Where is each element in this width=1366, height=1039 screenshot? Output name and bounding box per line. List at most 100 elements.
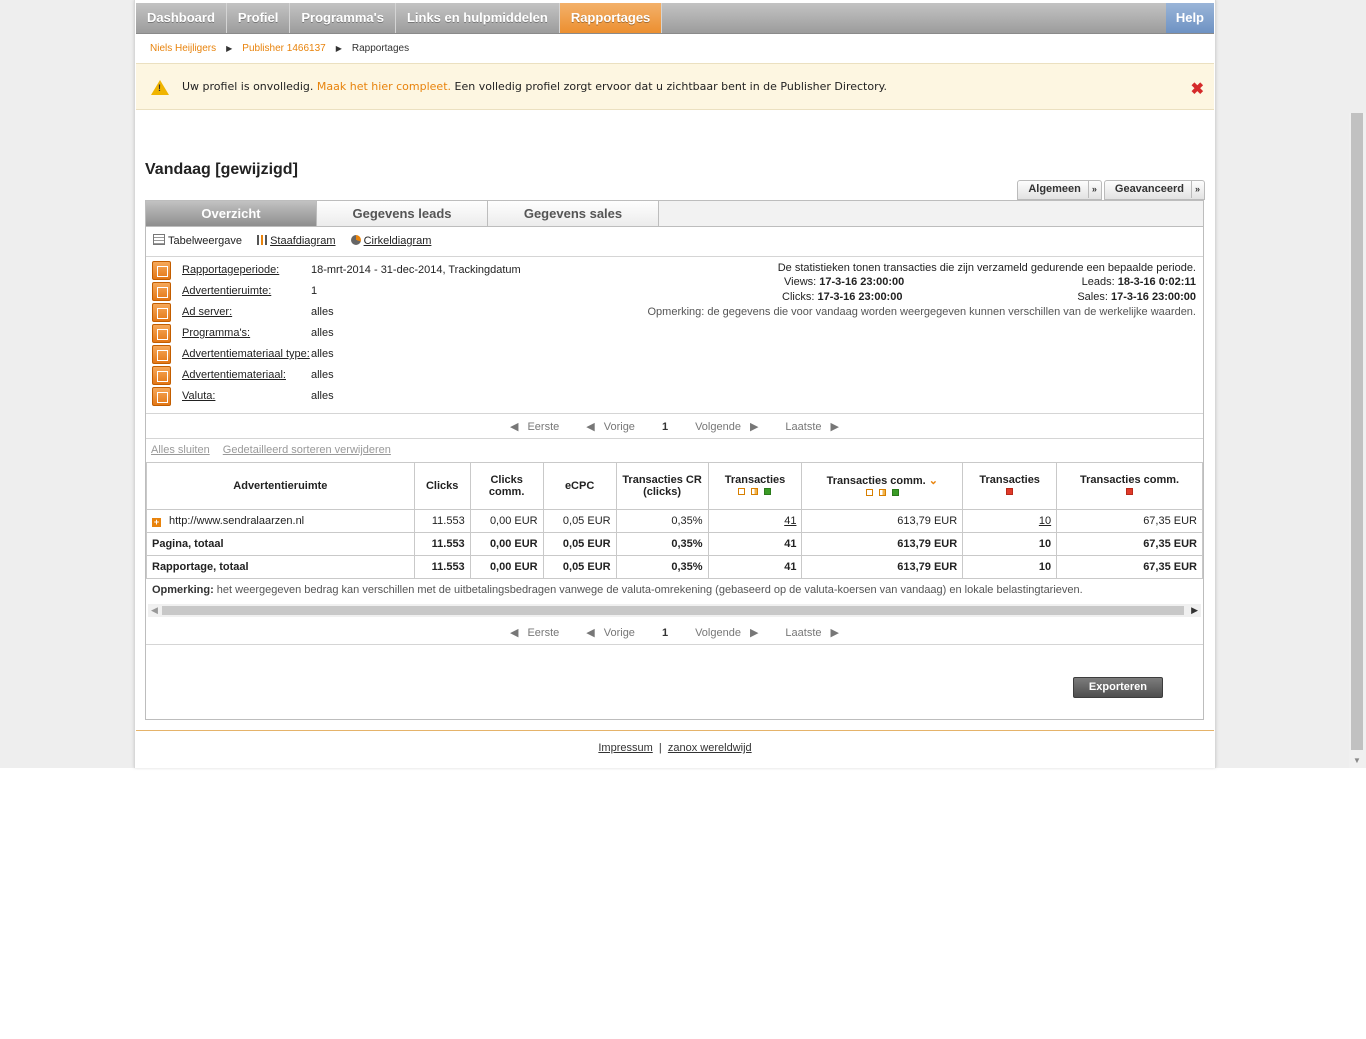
nav-dashboard[interactable]: Dashboard (136, 3, 227, 33)
vertical-scrollbar[interactable]: ▼ (1349, 113, 1366, 768)
breadcrumb-publisher[interactable]: Publisher 1466137 (242, 43, 325, 54)
statistics-info: De statistieken tonen transacties die zi… (636, 261, 1196, 321)
table-header-row: Advertentieruimte Clicks Clicks comm. eC… (146, 462, 1203, 510)
breadcrumb-user[interactable]: Niels Heijligers (150, 43, 216, 54)
table-actions: Alles sluiten Gedetailleerd sorteren ver… (151, 444, 401, 456)
pager-prev[interactable]: ◀ Vorige (586, 421, 644, 433)
remark-label: Opmerking: (152, 584, 214, 596)
param-adspace-link[interactable]: Advertentieruimte: (182, 285, 271, 297)
nav-help[interactable]: Help (1165, 3, 1214, 33)
param-admedia-type-link[interactable]: Advertentiemateriaal type: (182, 348, 310, 360)
col-adspace[interactable]: Advertentieruimte (146, 462, 415, 510)
param-programs-link[interactable]: Programma's: (182, 327, 250, 339)
pager-next[interactable]: Volgende ▶ (686, 627, 758, 639)
cell: 613,79 EUR (801, 555, 964, 579)
stats-intro: De statistieken tonen transacties die zi… (777, 262, 1196, 274)
cell: 11.553 (413, 532, 471, 556)
pager-page[interactable]: 1 (662, 627, 668, 639)
cell: 0,00 EUR (469, 532, 544, 556)
nav-links-hulpmiddelen[interactable]: Links en hulpmiddelen (396, 3, 560, 33)
footer-divider (136, 730, 1214, 731)
remove-sorting-link[interactable]: Gedetailleerd sorteren verwijderen (223, 444, 391, 456)
zanox-worldwide-link[interactable]: zanox wereldwijd (668, 742, 752, 754)
cell: 0,05 EUR (542, 532, 617, 556)
pager-prev[interactable]: ◀ Vorige (586, 627, 644, 639)
pager-next[interactable]: Volgende ▶ (686, 421, 758, 433)
profile-notice: ! Uw profiel is onvolledig. Maak het hie… (136, 63, 1214, 110)
cell: Rapportage, totaal (146, 555, 415, 579)
rejected-status-icon (1126, 488, 1134, 495)
double-chevron-down-icon: » (1087, 181, 1097, 198)
cell: 0,00 EUR (469, 509, 544, 533)
view-pie[interactable]: Cirkeldiagram (350, 235, 431, 247)
tab-gegevens-sales[interactable]: Gegevens sales (488, 201, 659, 226)
cell: 0,05 EUR (542, 509, 617, 533)
view-table[interactable]: Tabelweergave (153, 234, 242, 247)
cell: 0,35% (615, 509, 709, 533)
col-transactions-comm-rejected[interactable]: Transacties comm. (1056, 462, 1203, 510)
col-transactions-comm-leads[interactable]: Transacties comm. ⌄ (801, 462, 964, 510)
algemeen-button[interactable]: Algemeen » (1017, 180, 1102, 200)
leads-value: 18-3-16 0:02:11 (1117, 276, 1196, 288)
pager-first[interactable]: ◀ Eerste (510, 627, 568, 639)
sales-label: Sales: (1077, 291, 1108, 303)
col-ecpc[interactable]: eCPC (542, 462, 617, 510)
close-all-link[interactable]: Alles sluiten (151, 444, 210, 456)
page-title: Vandaag [gewijzigd] (145, 161, 298, 178)
col-clicks[interactable]: Clicks (413, 462, 471, 510)
chevron-right-icon: ▶ (226, 44, 233, 53)
adspace-icon (152, 282, 171, 301)
param-value: alles (311, 327, 334, 339)
open-status-icon (865, 488, 873, 496)
col-clicks-comm[interactable]: Clicks comm. (469, 462, 544, 510)
tab-overzicht[interactable]: Overzicht (146, 201, 317, 226)
nav-programmas[interactable]: Programma's (290, 3, 396, 33)
pager-first[interactable]: ◀​ Eerste (510, 421, 568, 433)
notice-text-2: Een volledig profiel zorgt ervoor dat u … (454, 80, 888, 93)
cell: 10 (962, 532, 1058, 556)
col-transactions-leads[interactable]: Transacties (707, 462, 803, 510)
notice-text: Uw profiel is onvolledig. (182, 80, 314, 93)
impressum-link[interactable]: Impressum (598, 742, 652, 754)
pager-last[interactable]: Laatste ▶ (776, 421, 839, 433)
stats-note: Opmerking: de gegevens die voor vandaag … (647, 306, 1196, 318)
cell: 0,35% (615, 532, 709, 556)
leads-label: Leads: (1081, 276, 1115, 288)
nav-rapportages[interactable]: Rapportages (559, 3, 663, 33)
export-button[interactable]: Exporteren (1072, 677, 1163, 698)
geavanceerd-button[interactable]: Geavanceerd » (1103, 180, 1205, 200)
complete-profile-link[interactable]: Maak het hier compleet. (317, 80, 451, 93)
scroll-down-icon[interactable]: ▼ (1353, 756, 1361, 765)
param-currency-link[interactable]: Valuta: (182, 390, 215, 402)
transactions-rejected-link[interactable]: 10 (1039, 515, 1051, 527)
scrollbar-thumb[interactable] (1351, 113, 1363, 750)
cell: 613,79 EUR (801, 532, 964, 556)
footer: Impressum | zanox wereldwijd (135, 742, 1215, 754)
scroll-left-icon[interactable]: ◀ (151, 605, 158, 616)
param-period-link[interactable]: Rapportageperiode: (182, 264, 279, 276)
col-transactions-rejected-label: Transacties (979, 474, 1040, 486)
col-transactions-cr[interactable]: Transacties CR (clicks) (615, 462, 709, 510)
col-transactions-comm-leads-text: Transacties comm. (826, 474, 926, 487)
scroll-right-icon[interactable]: ▶ (1191, 605, 1198, 616)
cell: 0,05 EUR (542, 555, 617, 579)
param-adserver-link[interactable]: Ad server: (182, 306, 232, 318)
tab-gegevens-leads[interactable]: Gegevens leads (317, 201, 488, 226)
pager-bottom: ◀ Eerste ◀ Vorige 1 Volgende ▶ Laatste ▶ (146, 626, 1203, 650)
divider (146, 644, 1203, 645)
view-bar[interactable]: Staafdiagram (257, 235, 336, 247)
admedia-type-icon (152, 345, 171, 364)
table-row-report-total: Rapportage, totaal 11.553 0,00 EUR 0,05 … (146, 555, 1203, 579)
pager-last-label: Laatste (785, 627, 822, 639)
scrollbar-thumb[interactable] (162, 606, 1184, 615)
horizontal-scrollbar[interactable]: ◀ ▶ (148, 604, 1201, 617)
param-admedia-link[interactable]: Advertentiemateriaal: (182, 369, 286, 381)
expand-icon[interactable]: + (152, 518, 161, 527)
pager-last[interactable]: Laatste ▶ (776, 627, 839, 639)
transactions-link[interactable]: 41 (784, 515, 796, 527)
col-transactions-rejected[interactable]: Transacties (962, 462, 1058, 510)
view-switcher: Tabelweergave Staafdiagram Cirkeldiagram (153, 234, 443, 247)
nav-profiel[interactable]: Profiel (227, 3, 291, 33)
pager-page[interactable]: 1 (662, 421, 668, 433)
close-icon[interactable]: ✖ (1191, 79, 1204, 99)
